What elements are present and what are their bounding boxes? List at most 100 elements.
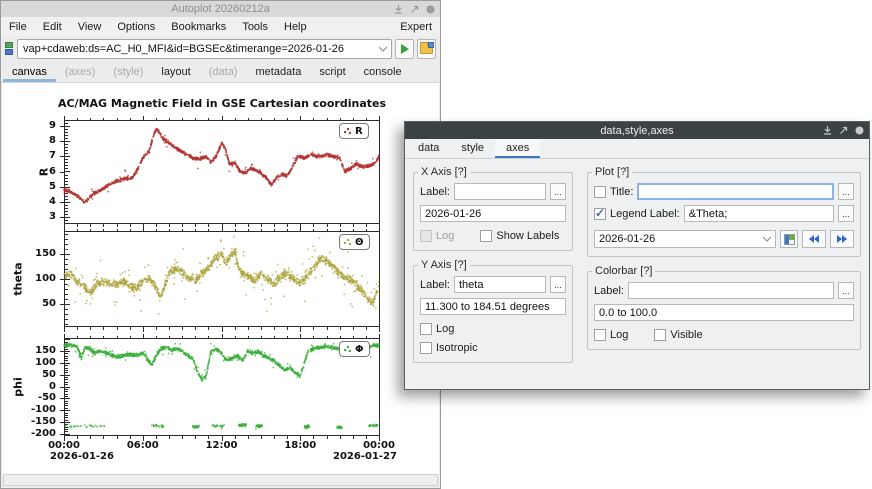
plot-group: Plot [?] Title: ... Legend Label: &Theta… [587, 172, 861, 257]
folder-icon [420, 44, 433, 54]
tab-console[interactable]: console [355, 63, 411, 82]
go-button[interactable] [395, 39, 414, 59]
plot-panel-phi[interactable] [58, 331, 381, 444]
x-axis-log-checkbox[interactable] [420, 230, 432, 242]
colorbar-group: Colorbar [?] Label: ... 0.0 to 100.0 Log… [587, 271, 861, 350]
plot-legend-R[interactable]: R [339, 123, 369, 139]
ytick-label-R: 8 [2, 135, 56, 146]
xtick-time-label: 18:00 [270, 440, 330, 451]
plot-title-checkbox[interactable] [594, 186, 606, 198]
legend-symbol-dots [343, 345, 352, 354]
menu-help[interactable]: Help [284, 21, 307, 33]
xtick-time-label: 00:00 [349, 440, 409, 451]
plot-group-title: Plot [?] [592, 166, 632, 178]
y-axis-log-checkbox[interactable] [420, 323, 432, 335]
ytick-label-R: 5 [2, 181, 56, 192]
status-bar [3, 474, 438, 486]
isotropic-checkbox[interactable] [420, 342, 432, 354]
y-axis-range-input[interactable]: 11.300 to 184.51 degrees [420, 298, 566, 315]
colorbar-log-label: Log [610, 329, 628, 341]
ytick-label-R: 4 [2, 196, 56, 207]
legend-symbol-text: R [355, 126, 363, 137]
tab-script[interactable]: script [310, 63, 354, 82]
resize-icon[interactable] [410, 5, 419, 14]
tab-axes[interactable]: (axes) [56, 63, 105, 82]
ytick-label-phi: -150 [2, 416, 56, 427]
ytick-label-phi: -50 [2, 392, 56, 403]
close-icon[interactable] [855, 126, 864, 135]
x-axis-label-input[interactable] [454, 183, 546, 200]
autoplot-window: Autoplot 20260212a File Edit View Option… [0, 0, 441, 489]
ytick-label-phi: -200 [2, 428, 56, 439]
tab-style[interactable]: (style) [104, 63, 152, 82]
plot-panel-theta[interactable] [58, 224, 381, 335]
menu-view[interactable]: View [78, 21, 102, 33]
close-icon[interactable] [426, 5, 435, 14]
x-axis-range-input[interactable]: 2026-01-26 [420, 205, 566, 222]
dialog-tab-style[interactable]: style [450, 139, 495, 158]
menu-bookmarks[interactable]: Bookmarks [171, 21, 226, 33]
colorbar-visible-checkbox[interactable] [654, 329, 666, 341]
y-axis-label-input[interactable]: theta [454, 276, 546, 293]
menu-options[interactable]: Options [117, 21, 155, 33]
uri-dropdown-chevron-icon[interactable] [375, 47, 391, 52]
x-axis-label-more-button[interactable]: ... [550, 183, 566, 200]
y-axis-group-title: Y Axis [?] [418, 259, 470, 271]
tab-metadata[interactable]: metadata [246, 63, 310, 82]
menu-edit[interactable]: Edit [43, 21, 62, 33]
next-interval-button[interactable] [830, 230, 854, 248]
plot-legend-phi[interactable]: Φ [339, 341, 370, 357]
expert-mode-label[interactable]: Expert [400, 21, 432, 33]
colorbar-log-checkbox[interactable] [594, 329, 606, 341]
tab-layout[interactable]: layout [152, 63, 199, 82]
ytick-label-phi: 100 [2, 357, 56, 368]
dialog-tab-axes[interactable]: axes [495, 139, 540, 158]
legend-symbol-dots [343, 127, 352, 136]
ytick-label-theta: 100 [2, 273, 56, 284]
timerange-chevron-icon [759, 237, 775, 242]
xtick-date-label: 2026-01-27 [333, 451, 397, 462]
x-axis-group-title: X Axis [?] [418, 166, 470, 178]
dialog-tab-data[interactable]: data [407, 139, 450, 158]
plot-legend-theta[interactable]: Θ [339, 234, 370, 250]
timerange-calendar-button[interactable] [780, 230, 798, 248]
colorbar-visible-label: Visible [670, 329, 702, 341]
menu-tools[interactable]: Tools [242, 21, 268, 33]
show-labels-label: Show Labels [496, 230, 559, 242]
legend-label-more-button[interactable]: ... [838, 205, 854, 222]
plot-title-input[interactable] [637, 183, 834, 200]
tab-canvas[interactable]: canvas [3, 63, 56, 82]
menu-file[interactable]: File [9, 21, 27, 33]
xtick-date-label: 2026-01-26 [50, 451, 114, 462]
ytick-label-phi: 50 [2, 369, 56, 380]
legend-label-checkbox[interactable] [594, 208, 606, 220]
colorbar-label-input[interactable] [628, 282, 834, 299]
uri-input[interactable] [18, 43, 375, 55]
address-bar [1, 36, 440, 62]
main-titlebar[interactable]: Autoplot 20260212a [1, 1, 440, 17]
plot-region: AC/MAG Magnetic Field in GSE Cartesian c… [2, 83, 439, 474]
window-title: Autoplot 20260212a [171, 3, 269, 15]
plot-canvas-area[interactable]: AC/MAG Magnetic Field in GSE Cartesian c… [2, 83, 439, 474]
y-axis-label-caption: Label: [420, 279, 450, 291]
colorbar-range-input[interactable]: 0.0 to 100.0 [594, 304, 854, 321]
show-labels-checkbox[interactable] [480, 230, 492, 242]
ytick-label-R: 9 [2, 120, 56, 131]
legend-label-input[interactable]: &Theta; [684, 205, 834, 222]
plot-title-more-button[interactable]: ... [838, 183, 854, 200]
tab-data[interactable]: (data) [200, 63, 247, 82]
pin-icon[interactable] [823, 126, 832, 135]
plot-panel-R[interactable] [58, 113, 381, 232]
y-axis-log-label: Log [436, 323, 454, 335]
colorbar-label-caption: Label: [594, 285, 624, 297]
plot-title: AC/MAG Magnetic Field in GSE Cartesian c… [34, 97, 410, 110]
ytick-label-R: 6 [2, 166, 56, 177]
inspect-uri-button[interactable] [417, 39, 436, 59]
colorbar-label-more-button[interactable]: ... [838, 282, 854, 299]
y-axis-label-more-button[interactable]: ... [550, 276, 566, 293]
dialog-titlebar[interactable]: data,style,axes [405, 122, 869, 139]
resize-icon[interactable] [839, 126, 848, 135]
pin-icon[interactable] [394, 5, 403, 14]
timerange-combo[interactable]: 2026-01-26 [594, 230, 776, 248]
prev-interval-button[interactable] [802, 230, 826, 248]
